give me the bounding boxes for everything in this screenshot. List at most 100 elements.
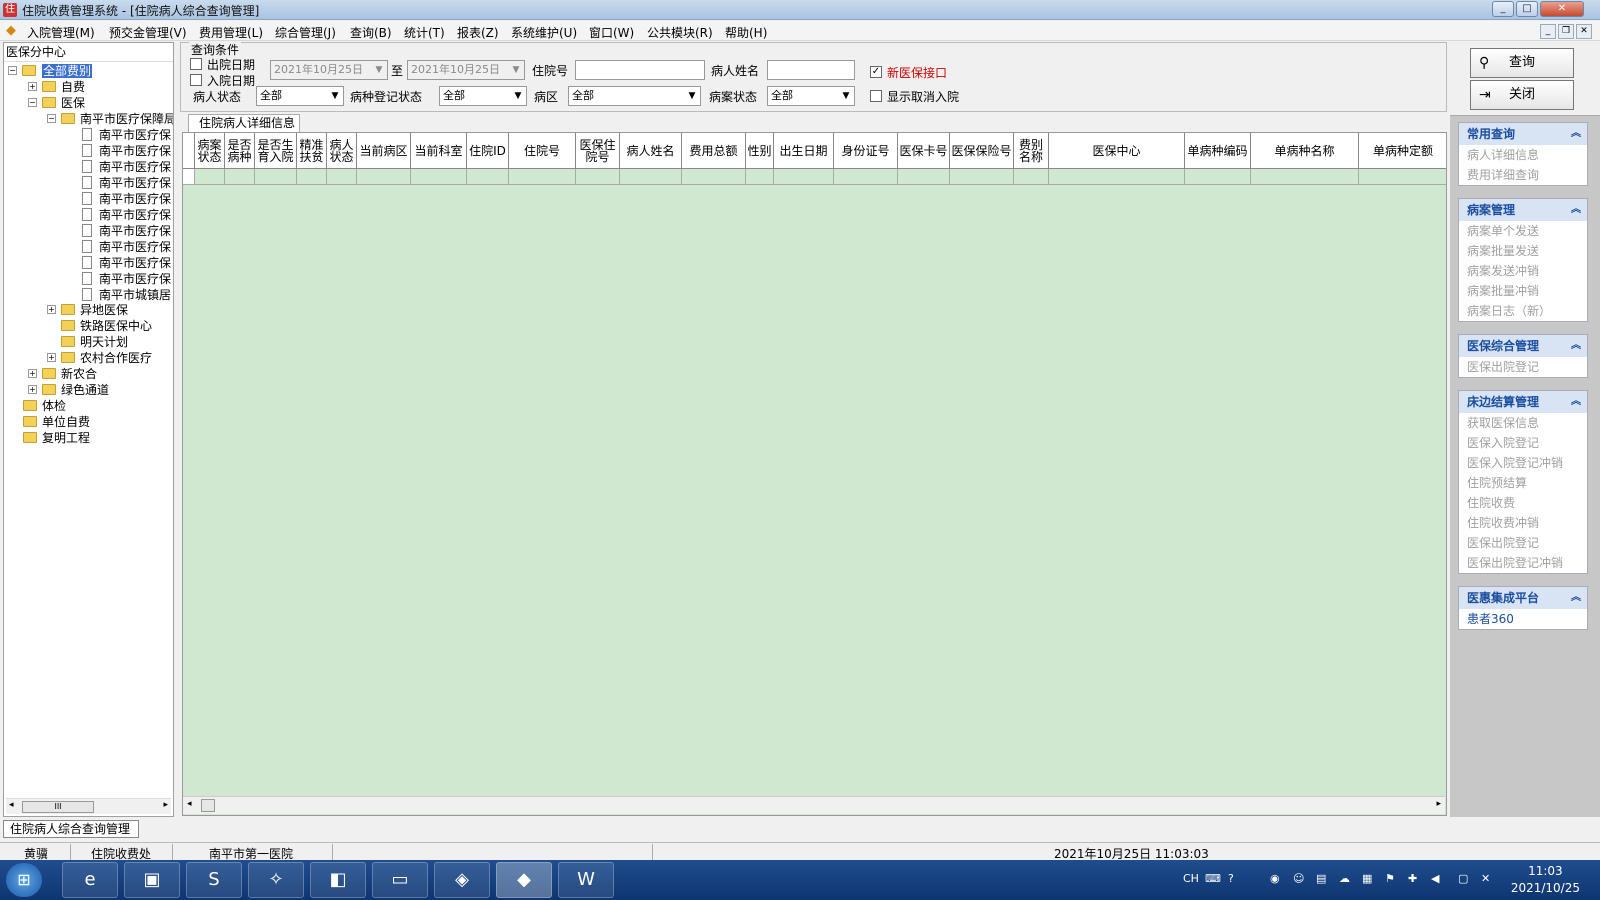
task-item[interactable]: 医保入院登记冲销 <box>1459 453 1587 473</box>
column-header[interactable]: 单病种名称 <box>1251 133 1359 169</box>
table-cell[interactable] <box>467 169 509 185</box>
tree-node-rural-coop[interactable]: 农村合作医疗 <box>80 350 152 366</box>
column-header[interactable]: 是否生育入院 <box>255 133 297 169</box>
inpatient-no-input[interactable] <box>575 60 705 80</box>
expand-icon[interactable]: + <box>47 353 56 362</box>
expand-icon[interactable]: + <box>28 82 37 91</box>
new-interface-checkbox[interactable]: ✓ <box>870 66 882 78</box>
table-cell[interactable] <box>1014 169 1049 185</box>
mute-icon[interactable]: ✕ <box>1481 872 1490 885</box>
table-cell[interactable] <box>297 169 327 185</box>
table-cell[interactable] <box>774 169 834 185</box>
tree-node-leaf[interactable]: 南平市医疗保 <box>99 159 171 175</box>
column-header[interactable]: 医保住院号 <box>576 133 620 169</box>
task-item[interactable]: 费用详细查询 <box>1459 165 1587 185</box>
tree-node-ncms[interactable]: 新农合 <box>61 366 97 382</box>
column-header[interactable]: 精准扶贫 <box>297 133 327 169</box>
scroll-left-icon[interactable]: ◂ <box>187 799 192 809</box>
tree-node-physical-exam[interactable]: 体检 <box>42 398 66 414</box>
scroll-thumb[interactable]: III <box>22 801 94 813</box>
group-header[interactable]: 医保综合管理 ︽ <box>1459 335 1587 357</box>
tree-node-selfpay[interactable]: 自费 <box>61 79 85 95</box>
task-item[interactable]: 病案批量发送 <box>1459 241 1587 261</box>
tree-node-leaf[interactable]: 南平市医疗保 <box>99 175 171 191</box>
column-header[interactable]: 费别名称 <box>1014 133 1049 169</box>
disease-reg-status-select[interactable]: 全部 ▼ <box>439 86 527 106</box>
tree-node-leaf[interactable]: 南平市医疗保 <box>99 271 171 287</box>
menu-fees[interactable]: 费用管理(L) <box>199 24 263 41</box>
maximize-button[interactable]: □ <box>1516 1 1538 17</box>
group-header[interactable]: 医惠集成平台 ︽ <box>1459 587 1587 609</box>
column-header[interactable]: 病人状态 <box>327 133 357 169</box>
close-window-button[interactable]: ✕ <box>1540 1 1584 17</box>
column-header[interactable]: 医保卡号 <box>898 133 950 169</box>
shield-icon[interactable]: ◈ <box>434 862 490 898</box>
cloud-icon[interactable]: ☁ <box>1339 872 1350 885</box>
show-cancelled-checkbox[interactable] <box>870 90 882 102</box>
column-header[interactable]: 病案状态 <box>195 133 225 169</box>
table-cell[interactable] <box>327 169 357 185</box>
keyboard-icon[interactable]: ⌨ <box>1205 872 1221 885</box>
wps-icon[interactable]: W <box>558 862 614 898</box>
tree-node-unit-selfpay[interactable]: 单位自费 <box>42 414 90 430</box>
tree-node-leaf[interactable]: 南平市医疗保 <box>99 143 171 159</box>
table-cell[interactable] <box>225 169 255 185</box>
ie-icon[interactable]: e <box>62 862 118 898</box>
language-indicator[interactable]: CH <box>1183 872 1199 885</box>
tray-app-icon[interactable]: ▤ <box>1316 872 1326 885</box>
task-item[interactable]: 医保出院登记 <box>1459 357 1587 377</box>
help-icon[interactable]: ? <box>1228 872 1234 885</box>
tree-node-leaf[interactable]: 南平市医疗保 <box>99 255 171 271</box>
table-cell[interactable] <box>195 169 225 185</box>
column-header[interactable]: 是否病种 <box>225 133 255 169</box>
table-cell[interactable] <box>1185 169 1251 185</box>
case-status-select[interactable]: 全部 ▼ <box>767 86 855 106</box>
tree-node-leaf[interactable]: 南平市医疗保 <box>99 191 171 207</box>
table-cell[interactable] <box>357 169 411 185</box>
tree-node-leaf[interactable]: 南平市医疗保 <box>99 223 171 239</box>
admit-date-checkbox[interactable] <box>190 74 202 86</box>
menu-admission[interactable]: 入院管理(M) <box>27 24 95 41</box>
task-item[interactable]: 病人详细信息 <box>1459 145 1587 165</box>
tree-view[interactable]: − 全部费别 + 自费 − 医保 − 南平市医疗保障局 南平市医疗保 南平市医疗… <box>4 61 173 799</box>
tree-node-remote[interactable]: 异地医保 <box>80 302 128 318</box>
scroll-left-icon[interactable]: ◂ <box>9 800 14 810</box>
tray-app-icon[interactable]: ☺ <box>1293 872 1304 885</box>
column-header[interactable]: 单病种编码 <box>1185 133 1251 169</box>
his-app-icon[interactable]: ◆ <box>496 862 552 898</box>
collapse-icon[interactable]: − <box>8 66 17 75</box>
task-item[interactable]: 住院收费冲销 <box>1459 513 1587 533</box>
task-item[interactable]: 患者360 <box>1459 609 1587 629</box>
column-header[interactable]: 当前科室 <box>411 133 467 169</box>
column-header[interactable]: 当前病区 <box>357 133 411 169</box>
tree-node-all[interactable]: 全部费别 <box>42 63 93 79</box>
date-to-picker[interactable]: 2021年10月25日 ▼ <box>407 60 525 80</box>
tree-node-railway[interactable]: 铁路医保中心 <box>80 318 152 334</box>
mdi-close-button[interactable]: ✕ <box>1576 24 1592 39</box>
volume-icon[interactable]: ◀ <box>1431 872 1439 885</box>
table-cell[interactable] <box>682 169 746 185</box>
s-app-icon[interactable]: S <box>186 862 242 898</box>
task-item[interactable]: 住院预结算 <box>1459 473 1587 493</box>
menu-help[interactable]: 帮助(H) <box>725 24 767 41</box>
column-header[interactable]: 单病种定额 <box>1359 133 1446 169</box>
compass-icon[interactable]: ✧ <box>248 862 304 898</box>
minimize-button[interactable]: _ <box>1492 1 1514 17</box>
group-header[interactable]: 常用查询 ︽ <box>1459 123 1587 145</box>
tray-app-icon[interactable]: ✚ <box>1408 872 1417 885</box>
patient-status-select[interactable]: 全部 ▼ <box>256 86 344 106</box>
task-item[interactable]: 病案日志（新） <box>1459 301 1587 321</box>
table-cell[interactable] <box>898 169 950 185</box>
patient-name-input[interactable] <box>767 60 855 80</box>
tree-node-green-channel[interactable]: 绿色通道 <box>61 382 109 398</box>
column-header[interactable]: 医保保险号 <box>950 133 1014 169</box>
flag-icon[interactable]: ⚑ <box>1385 872 1395 885</box>
tray-app-icon[interactable]: ◉ <box>1270 872 1280 885</box>
patient-grid[interactable]: 病案状态 是否病种 是否生育入院 精准扶贫 病人状态 当前病区 当前科室 住院I… <box>182 132 1447 816</box>
tree-horizontal-scrollbar[interactable]: ◂ III ▸ <box>6 798 171 814</box>
menu-deposit[interactable]: 预交金管理(V) <box>109 24 187 41</box>
column-header[interactable]: 身份证号 <box>834 133 898 169</box>
tree-node-leaf[interactable]: 南平市医疗保 <box>99 239 171 255</box>
expand-icon[interactable]: + <box>28 369 37 378</box>
task-item[interactable]: 住院收费 <box>1459 493 1587 513</box>
